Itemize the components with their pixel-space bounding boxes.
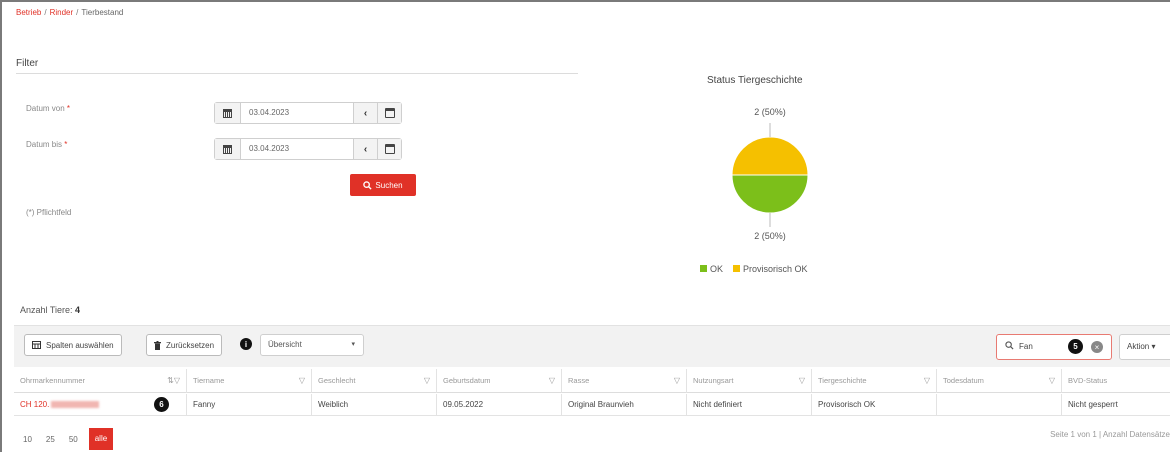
cell-usage: Nicht definiert bbox=[686, 394, 811, 416]
filter-icon: ▽ bbox=[548, 376, 555, 385]
date-to-field: 03.04.2023 ‹ bbox=[214, 138, 402, 160]
filter-icon: ▽ bbox=[923, 376, 930, 385]
calendar-grid-icon bbox=[215, 103, 241, 123]
pie-slice-provisorisch-ok[interactable] bbox=[731, 136, 809, 176]
breadcrumb-tierbestand: Tierbestand bbox=[81, 8, 124, 17]
annotation-badge-5: 5 bbox=[1068, 339, 1083, 354]
date-to-calendar-button[interactable] bbox=[377, 139, 401, 159]
filter-icon: ▽ bbox=[423, 376, 430, 385]
breadcrumb: Betrieb / Rinder / Tierbestand bbox=[16, 8, 123, 17]
legend-swatch-provisorisch-ok bbox=[733, 265, 741, 272]
breadcrumb-separator: / bbox=[76, 8, 79, 17]
column-ohrmarkennummer[interactable]: Ohrmarkennummer ⇅▽ bbox=[14, 369, 186, 393]
cell-sex: Weiblich bbox=[311, 394, 436, 416]
columns-icon bbox=[32, 341, 41, 349]
required-note: (*) Pflichtfeld bbox=[26, 208, 72, 217]
date-from-field: 03.04.2023 ‹ bbox=[214, 102, 402, 124]
filter-icon: ▽ bbox=[798, 376, 805, 385]
column-rasse[interactable]: Rasse ▽ bbox=[561, 369, 686, 393]
date-from-label: Datum von * bbox=[26, 104, 71, 113]
column-bvd-status[interactable]: BVD-Status bbox=[1061, 369, 1170, 393]
calendar-icon bbox=[384, 144, 395, 154]
pie-data-label: 2 (50%) bbox=[754, 107, 786, 117]
search-button[interactable]: Suchen bbox=[350, 174, 416, 196]
filter-divider bbox=[16, 73, 578, 74]
view-select[interactable]: Übersicht ▾ bbox=[260, 334, 364, 356]
cell-breed: Original Braunvieh bbox=[561, 394, 686, 416]
caret-down-icon: ▾ bbox=[351, 341, 355, 348]
sort-filter-icon: ⇅▽ bbox=[167, 376, 180, 385]
status-pie-chart: 2 (50%) 2 (50%) bbox=[731, 107, 809, 241]
date-from-calendar-button[interactable] bbox=[377, 103, 401, 123]
breadcrumb-separator: / bbox=[44, 8, 47, 17]
breadcrumb-betrieb[interactable]: Betrieb bbox=[16, 8, 41, 17]
chart-legend: OK Provisorisch OK bbox=[700, 264, 808, 274]
legend-swatch-ok bbox=[700, 265, 707, 272]
date-to-label: Datum bis * bbox=[26, 140, 68, 149]
clear-search-icon[interactable]: × bbox=[1091, 341, 1103, 353]
action-dropdown[interactable]: Aktion ▾ bbox=[1119, 334, 1170, 360]
info-icon[interactable]: i bbox=[240, 338, 252, 350]
table-row[interactable]: CH 120. Fanny Weiblich 09.05.2022 Origin… bbox=[14, 394, 1170, 416]
column-tiergeschichte[interactable]: Tiergeschichte ▽ bbox=[811, 369, 936, 393]
date-from-prev-button[interactable]: ‹ bbox=[353, 103, 377, 123]
calendar-icon bbox=[384, 108, 395, 118]
search-icon bbox=[363, 180, 373, 190]
search-icon bbox=[1005, 341, 1014, 350]
filter-icon: ▽ bbox=[673, 376, 680, 385]
annotation-badge-6: 6 bbox=[154, 397, 169, 412]
redacted-text bbox=[51, 401, 100, 408]
page-size-25[interactable]: 25 bbox=[43, 435, 58, 444]
animal-count-value: 4 bbox=[75, 305, 81, 315]
animal-count: Anzahl Tiere: 4 bbox=[20, 305, 81, 315]
caret-down-icon: ▾ bbox=[1151, 342, 1156, 351]
cell-birth-date: 09.05.2022 bbox=[436, 394, 561, 416]
page-size-selector: 10 25 50 alle bbox=[20, 428, 114, 450]
column-tiername[interactable]: Tiername ▽ bbox=[186, 369, 311, 393]
pie-slice-ok[interactable] bbox=[731, 174, 809, 214]
page-info: Seite 1 von 1 | Anzahl Datensätze bbox=[1050, 430, 1170, 439]
calendar-grid-icon bbox=[215, 139, 241, 159]
table-header: Ohrmarkennummer ⇅▽ Tiername ▽ Geschlecht ▽ … bbox=[14, 369, 1170, 393]
pie-data-label: 2 (50%) bbox=[754, 231, 786, 241]
legend-item-ok[interactable]: OK bbox=[700, 264, 723, 274]
reset-button[interactable]: Zurücksetzen bbox=[146, 334, 223, 356]
column-geschlecht[interactable]: Geschlecht ▽ bbox=[311, 369, 436, 393]
search-button-label: Suchen bbox=[375, 180, 403, 190]
column-geburtsdatum[interactable]: Geburtsdatum ▽ bbox=[436, 369, 561, 393]
filter-title: Filter bbox=[16, 58, 39, 69]
date-to-prev-button[interactable]: ‹ bbox=[353, 139, 377, 159]
page-size-all[interactable]: alle bbox=[88, 428, 114, 450]
column-todesdatum[interactable]: Todesdatum ▽ bbox=[936, 369, 1061, 393]
filter-icon: ▽ bbox=[298, 376, 305, 385]
date-to-input[interactable]: 03.04.2023 bbox=[241, 139, 353, 159]
page-size-50[interactable]: 50 bbox=[66, 435, 81, 444]
chart-title: Status Tiergeschichte bbox=[707, 75, 803, 86]
trash-icon bbox=[154, 340, 161, 350]
table-search-value: Fan bbox=[1019, 342, 1033, 351]
page-size-10[interactable]: 10 bbox=[20, 435, 35, 444]
column-nutzungsart[interactable]: Nutzungsart ▽ bbox=[686, 369, 811, 393]
cell-death-date bbox=[936, 394, 1061, 416]
cell-bvd-status: Nicht gesperrt bbox=[1061, 394, 1170, 416]
select-columns-button[interactable]: Spalten auswählen bbox=[24, 334, 122, 356]
breadcrumb-rinder[interactable]: Rinder bbox=[50, 8, 74, 17]
date-from-input[interactable]: 03.04.2023 bbox=[241, 103, 353, 123]
legend-item-provisorisch-ok[interactable]: Provisorisch OK bbox=[733, 264, 808, 274]
cell-name: Fanny bbox=[186, 394, 311, 416]
cell-history: Provisorisch OK bbox=[811, 394, 936, 416]
filter-icon: ▽ bbox=[1048, 376, 1055, 385]
